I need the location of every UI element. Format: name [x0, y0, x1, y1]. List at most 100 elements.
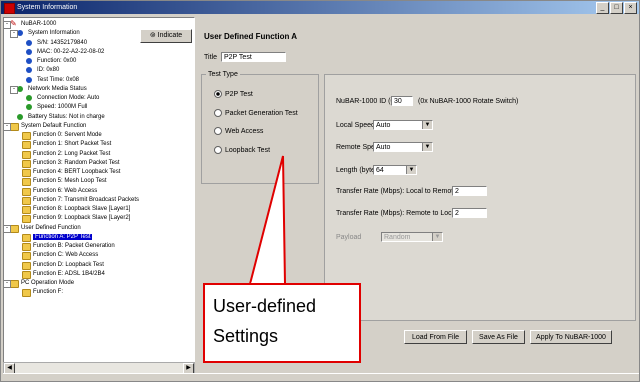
tree-item[interactable]: System Information — [17, 29, 80, 38]
tree-expander-icon[interactable]: - — [10, 85, 18, 94]
tree-item[interactable]: Function 3: Random Packet Test — [22, 159, 120, 168]
minimize-button[interactable]: _ — [596, 2, 609, 14]
tree-expander-icon[interactable]: - — [4, 280, 11, 288]
folder-icon — [10, 280, 19, 288]
function-settings-panel — [324, 74, 636, 321]
tree-item-label: Battery Status: Not in charge — [28, 113, 105, 120]
folder-icon — [22, 150, 31, 159]
rate-l2r-input[interactable]: 2 — [452, 186, 487, 196]
tree-item[interactable]: Function 7: Transmit Broadcast Packets — [22, 196, 139, 205]
device-tree[interactable]: ⊚ Indicate ✎ NuBAR-1000- System Informatio… — [3, 17, 195, 363]
tree-item[interactable]: Function 9: Loopback Slave [Layer2] — [22, 214, 131, 224]
maximize-button[interactable]: □ — [610, 2, 623, 14]
close-button[interactable]: × — [624, 2, 637, 14]
tree-item[interactable]: Battery Status: Not in charge — [17, 113, 105, 122]
tree-item-label: Function A: P2P Test — [33, 233, 93, 240]
indicate-icon: ⊚ — [149, 32, 158, 39]
chevron-down-icon[interactable]: ▼ — [422, 121, 432, 129]
payload-label: Payload — [336, 234, 362, 241]
tree-expander-icon[interactable]: - — [4, 224, 11, 233]
chevron-down-icon[interactable]: ▼ — [406, 166, 416, 174]
tree-item-label: System Information — [28, 30, 80, 37]
device-icon: ✎ — [10, 19, 17, 28]
radio-off-icon — [214, 109, 222, 117]
callout-line2: Settings — [213, 326, 279, 346]
folder-icon — [22, 196, 31, 205]
tree-item[interactable]: Function C: Web Access — [22, 251, 98, 261]
tree-item-label: Function 9: Loopback Slave [Layer2] — [33, 215, 131, 222]
tree-item[interactable]: Network Media Status — [17, 85, 87, 94]
folder-icon — [22, 141, 31, 150]
tree-item[interactable]: Function 6: Web Access — [22, 187, 97, 196]
tree-item[interactable]: Function D: Loopback Test — [22, 261, 104, 270]
status-icon — [17, 113, 23, 120]
radio-loopback-label: Loopback Test — [225, 146, 271, 154]
tree-item-label: Function 7: Transmit Broadcast Packets — [33, 196, 140, 203]
tree-item-label: PC Operation Mode — [21, 280, 75, 286]
remote-speed-value: Auto — [376, 144, 391, 151]
tree-item[interactable]: MAC: 00-22-A2-22-08-02 — [26, 48, 104, 57]
folder-icon — [22, 206, 31, 214]
status-icon — [26, 104, 32, 111]
rate-l2r-label: Transfer Rate (Mbps): Local to Remote — [336, 188, 458, 195]
chevron-down-icon[interactable]: ▼ — [422, 143, 432, 151]
tree-item[interactable]: Function 1: Short Packet Test — [22, 140, 112, 150]
title-label: Title — [204, 54, 217, 61]
length-select[interactable]: 64 ▼ — [373, 165, 417, 175]
radio-p2p-test[interactable]: P2P Test — [214, 90, 253, 98]
indicate-button[interactable]: ⊚ Indicate — [140, 29, 192, 43]
tree-item[interactable]: Function: 0x00 — [26, 57, 76, 66]
tree-expander-icon[interactable]: - — [4, 21, 11, 29]
radio-off-icon — [214, 146, 222, 154]
radio-packet-gen-label: Packet Generation Test — [225, 109, 298, 117]
tree-expander-icon[interactable]: - — [4, 122, 11, 131]
tree-item[interactable]: Function 4: BERT Loopback Test — [22, 168, 120, 177]
folder-icon — [22, 270, 31, 279]
tree-item[interactable]: Function 2: Long Packet Test — [22, 150, 110, 159]
folder-icon — [22, 169, 31, 177]
radio-loopback-test[interactable]: Loopback Test — [214, 146, 270, 154]
tree-item[interactable]: Function 8: Loopback Slave [Layer1] — [22, 205, 130, 214]
tree-item[interactable]: Function B: Packet Generation — [22, 242, 115, 251]
tree-expander-icon[interactable]: - — [10, 30, 18, 39]
tree-item[interactable]: ✎ NuBAR-1000 — [10, 19, 56, 29]
length-value: 64 — [376, 167, 384, 174]
tree-item-label: Function 1: Short Packet Test — [33, 141, 112, 148]
folder-icon — [22, 252, 31, 261]
local-speed-value: Auto — [376, 122, 391, 129]
tree-item[interactable]: ID: 0x80 — [26, 66, 59, 75]
local-speed-select[interactable]: Auto ▼ — [373, 120, 433, 130]
tree-item[interactable]: Function F: — [22, 288, 63, 298]
callout-box: User-defined Settings — [203, 283, 361, 363]
tree-item[interactable]: PC Operation Mode — [10, 279, 74, 288]
folder-icon — [22, 159, 31, 168]
tree-item[interactable]: User Defined Function — [10, 224, 81, 233]
tree-item[interactable]: Test Time: 0x08 — [26, 76, 79, 85]
rate-r2l-input[interactable]: 2 — [452, 208, 487, 218]
info-icon — [26, 76, 32, 83]
folder-icon — [22, 243, 31, 251]
title-input[interactable]: P2P Test — [221, 52, 286, 62]
tree-item[interactable]: Function A: P2P Test — [22, 233, 93, 242]
tree-item-label: Function E: ADSL 1B4/2B4 — [33, 270, 105, 277]
test-type-label: Test Type — [206, 71, 240, 78]
length-label: Length (byte) — [336, 167, 378, 174]
tree-item[interactable]: Connection Mode: Auto — [26, 94, 99, 103]
tree-item[interactable]: S/N: 14352179840 — [26, 39, 87, 48]
load-from-file-button[interactable]: Load From File — [404, 330, 467, 344]
tree-item[interactable]: Speed: 1000M Full — [26, 103, 87, 112]
chevron-down-icon: ▼ — [432, 233, 442, 241]
nubar-id-input[interactable]: 30 — [391, 96, 413, 106]
tree-item[interactable]: System Default Function — [10, 122, 86, 131]
save-as-file-button[interactable]: Save As File — [472, 330, 525, 344]
tree-item[interactable]: Function 0: Servent Mode — [22, 131, 102, 140]
tree-item[interactable]: Function E: ADSL 1B4/2B4 — [22, 270, 105, 279]
tree-item-label: MAC: 00-22-A2-22-08-02 — [37, 48, 105, 55]
radio-on-icon — [214, 90, 222, 98]
tree-item[interactable]: Function 5: Mesh Loop Test — [22, 177, 107, 187]
folder-icon — [22, 289, 31, 298]
remote-speed-select[interactable]: Auto ▼ — [373, 142, 433, 152]
apply-to-nubar-button[interactable]: Apply To NuBAR-1000 — [530, 330, 612, 344]
radio-packet-generation[interactable]: Packet Generation Test — [214, 109, 298, 117]
radio-web-access[interactable]: Web Access — [214, 127, 263, 135]
